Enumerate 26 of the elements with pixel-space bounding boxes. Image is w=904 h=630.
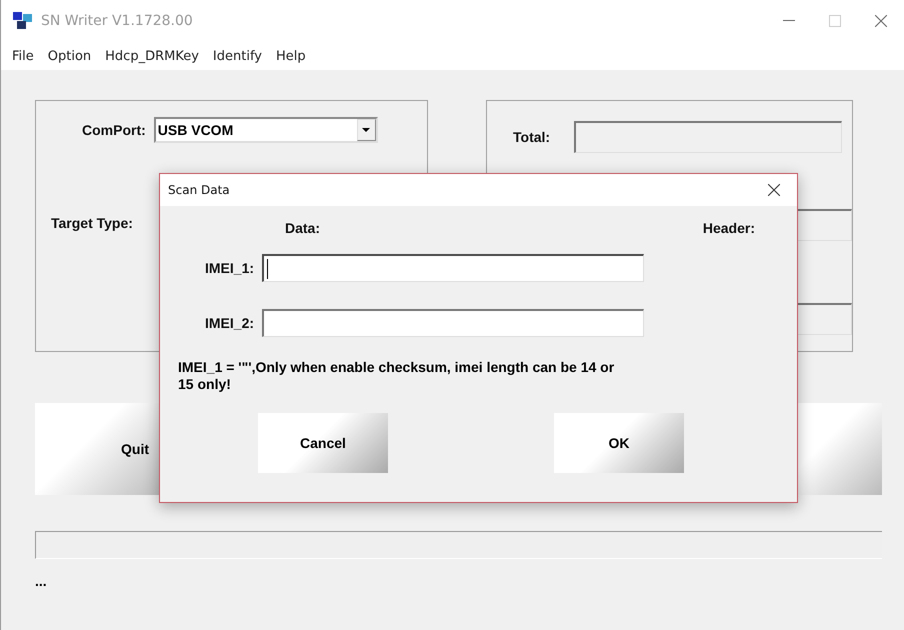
header-label: Header: bbox=[702, 220, 755, 236]
app-icon bbox=[13, 12, 33, 30]
close-icon bbox=[875, 15, 887, 27]
menu-item[interactable]: Option bbox=[40, 48, 98, 64]
data-label: Data: bbox=[285, 220, 320, 236]
maximize-icon bbox=[829, 15, 841, 27]
menu-item[interactable]: Help bbox=[269, 48, 313, 64]
target-type-label: Target Type: bbox=[51, 215, 133, 231]
info-message: IMEI_1 = '"',Only when enable checksum, imei length can be 14 or 15 only! bbox=[178, 359, 616, 393]
imei-field[interactable] bbox=[262, 254, 644, 282]
comport-dropdown[interactable]: USB VCOM bbox=[154, 117, 378, 143]
dialog-title: Scan Data bbox=[168, 183, 230, 197]
imei-label: IMEI_2: bbox=[205, 315, 254, 331]
comport-label: ComPort: bbox=[82, 122, 146, 138]
menu-item[interactable]: Identify bbox=[206, 48, 269, 64]
imei-label: IMEI_1: bbox=[205, 260, 254, 276]
ok-button[interactable]: OK bbox=[554, 413, 684, 473]
window-title: SN Writer V1.1728.00 bbox=[41, 13, 193, 29]
menu-item[interactable]: Hdcp_DRMKey bbox=[98, 48, 206, 64]
minimize-icon bbox=[783, 20, 795, 22]
menu-item[interactable]: File bbox=[5, 48, 41, 64]
cancel-button[interactable]: Cancel bbox=[258, 413, 388, 473]
imei-field[interactable] bbox=[262, 309, 644, 337]
close-icon bbox=[768, 184, 780, 196]
total-label: Total: bbox=[513, 129, 550, 145]
status-text: ... bbox=[35, 573, 48, 589]
